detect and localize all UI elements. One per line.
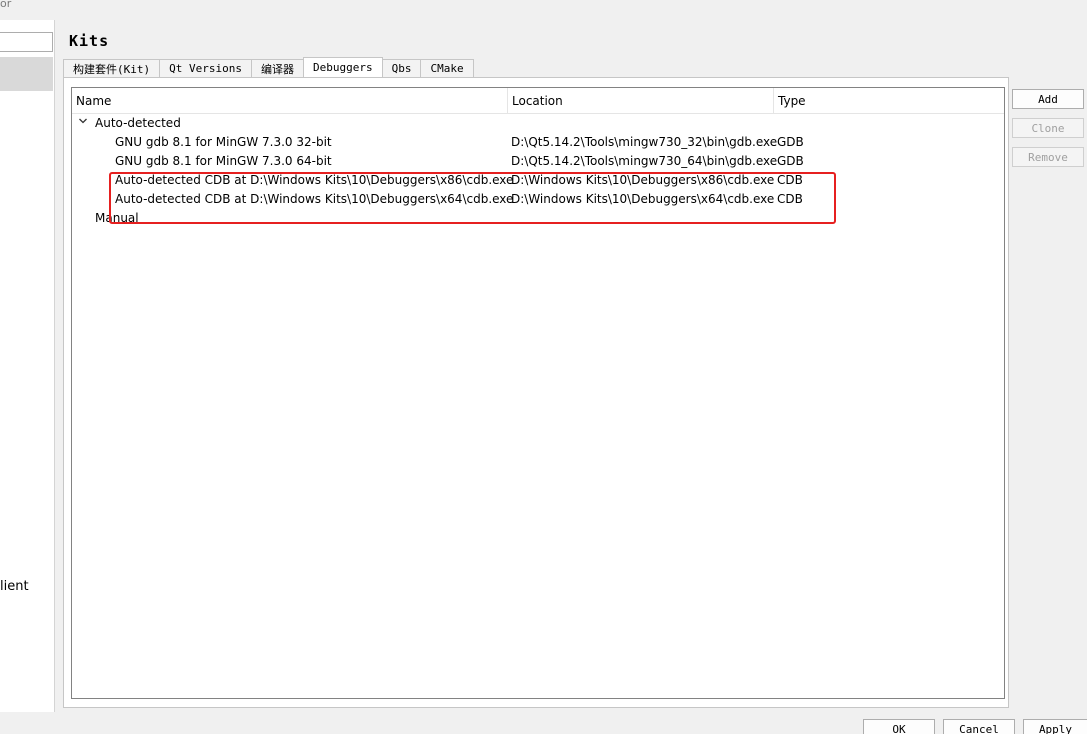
column-header-type[interactable]: Type xyxy=(774,88,1004,113)
debugger-name[interactable]: GNU gdb 8.1 for MinGW 7.3.0 64-bit xyxy=(115,151,332,170)
column-header-location[interactable]: Location xyxy=(508,88,774,113)
filter-input[interactable] xyxy=(0,32,53,52)
tab-debuggers[interactable]: Debuggers xyxy=(302,57,383,77)
tab-cmake[interactable]: CMake xyxy=(420,59,474,77)
remove-button[interactable]: Remove xyxy=(1012,147,1084,167)
window-title-fragment: or xyxy=(0,0,12,10)
ok-button[interactable]: OK xyxy=(863,719,935,734)
apply-button[interactable]: Apply xyxy=(1023,719,1087,734)
tab-bar: 构建套件(Kit) Qt Versions 编译器 Debuggers Qbs … xyxy=(63,57,474,77)
tab-qt-versions[interactable]: Qt Versions xyxy=(159,59,252,77)
column-header-name[interactable]: Name xyxy=(72,88,508,113)
tab-qbs[interactable]: Qbs xyxy=(381,59,422,77)
tree-group-auto-detected[interactable]: Auto-detected xyxy=(95,113,181,132)
category-item-selected[interactable] xyxy=(0,57,53,91)
page-title: Kits xyxy=(69,32,110,50)
highlight-annotation-box xyxy=(109,172,836,224)
debugger-name[interactable]: GNU gdb 8.1 for MinGW 7.3.0 32-bit xyxy=(115,132,332,151)
debugger-type[interactable]: GDB xyxy=(777,132,804,151)
debugger-location[interactable]: D:\Qt5.14.2\Tools\mingw730_64\bin\gdb.ex… xyxy=(511,151,777,170)
settings-category-list[interactable]: lient xyxy=(0,20,55,712)
category-item-partial[interactable]: lient xyxy=(0,579,29,594)
tab-compilers[interactable]: 编译器 xyxy=(250,59,304,77)
debugger-location[interactable]: D:\Qt5.14.2\Tools\mingw730_32\bin\gdb.ex… xyxy=(511,132,777,151)
title-bar: or xyxy=(0,0,1087,20)
debugger-type[interactable]: GDB xyxy=(777,151,804,170)
cancel-button[interactable]: Cancel xyxy=(943,719,1015,734)
chevron-down-icon[interactable] xyxy=(78,116,88,126)
clone-button[interactable]: Clone xyxy=(1012,118,1084,138)
tab-kits[interactable]: 构建套件(Kit) xyxy=(63,59,161,77)
tree-header: Name Location Type xyxy=(72,88,1004,114)
add-button[interactable]: Add xyxy=(1012,89,1084,109)
